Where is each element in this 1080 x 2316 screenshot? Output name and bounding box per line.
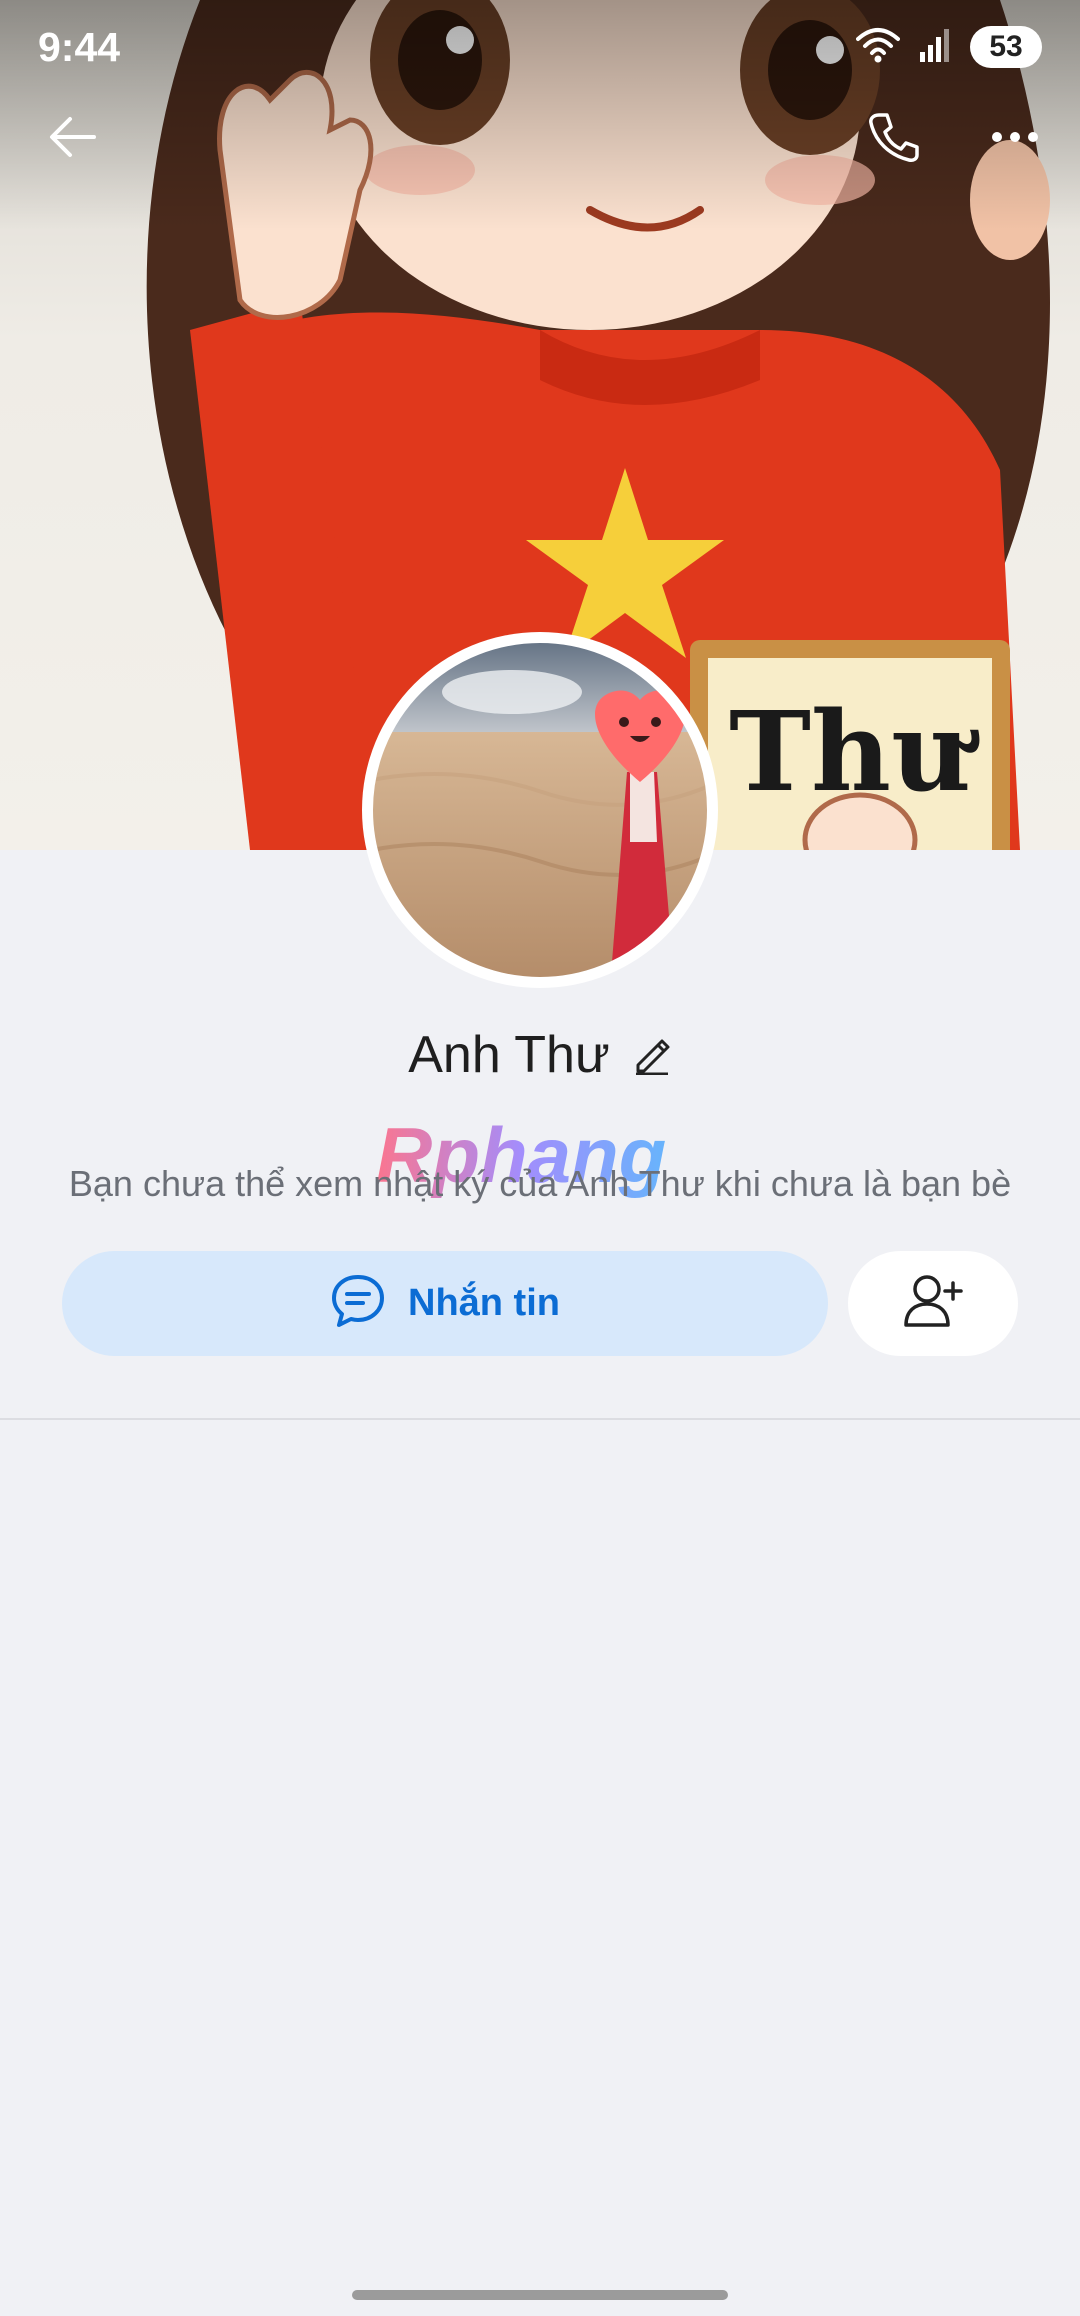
add-friend-button[interactable] [848,1251,1018,1356]
add-friend-icon [903,1273,963,1334]
call-button[interactable] [848,94,938,184]
diary-notice: Bạn chưa thể xem nhật ký của Anh Thư khi… [68,1163,1012,1204]
status-time: 9:44 [38,24,121,70]
status-icons: 53 [856,24,1042,70]
message-button[interactable]: Nhắn tin [62,1251,828,1356]
more-options-button[interactable] [970,94,1060,184]
more-dots-icon [991,130,1039,148]
chat-bubble-icon [330,1273,386,1334]
profile-name: Anh Thư [408,1026,610,1084]
section-divider [0,1418,1080,1420]
home-indicator[interactable] [352,2290,728,2300]
wifi-icon [856,27,900,68]
phone-icon [867,111,919,168]
battery-indicator: 53 [970,26,1042,68]
pencil-icon[interactable] [632,1035,672,1075]
profile-name-row: Anh Thư [0,1025,1080,1085]
message-button-label: Nhắn tin [408,1282,560,1324]
back-button[interactable] [28,94,118,184]
signal-icon [918,28,952,67]
avatar[interactable] [362,632,718,988]
back-arrow-icon [48,115,98,164]
